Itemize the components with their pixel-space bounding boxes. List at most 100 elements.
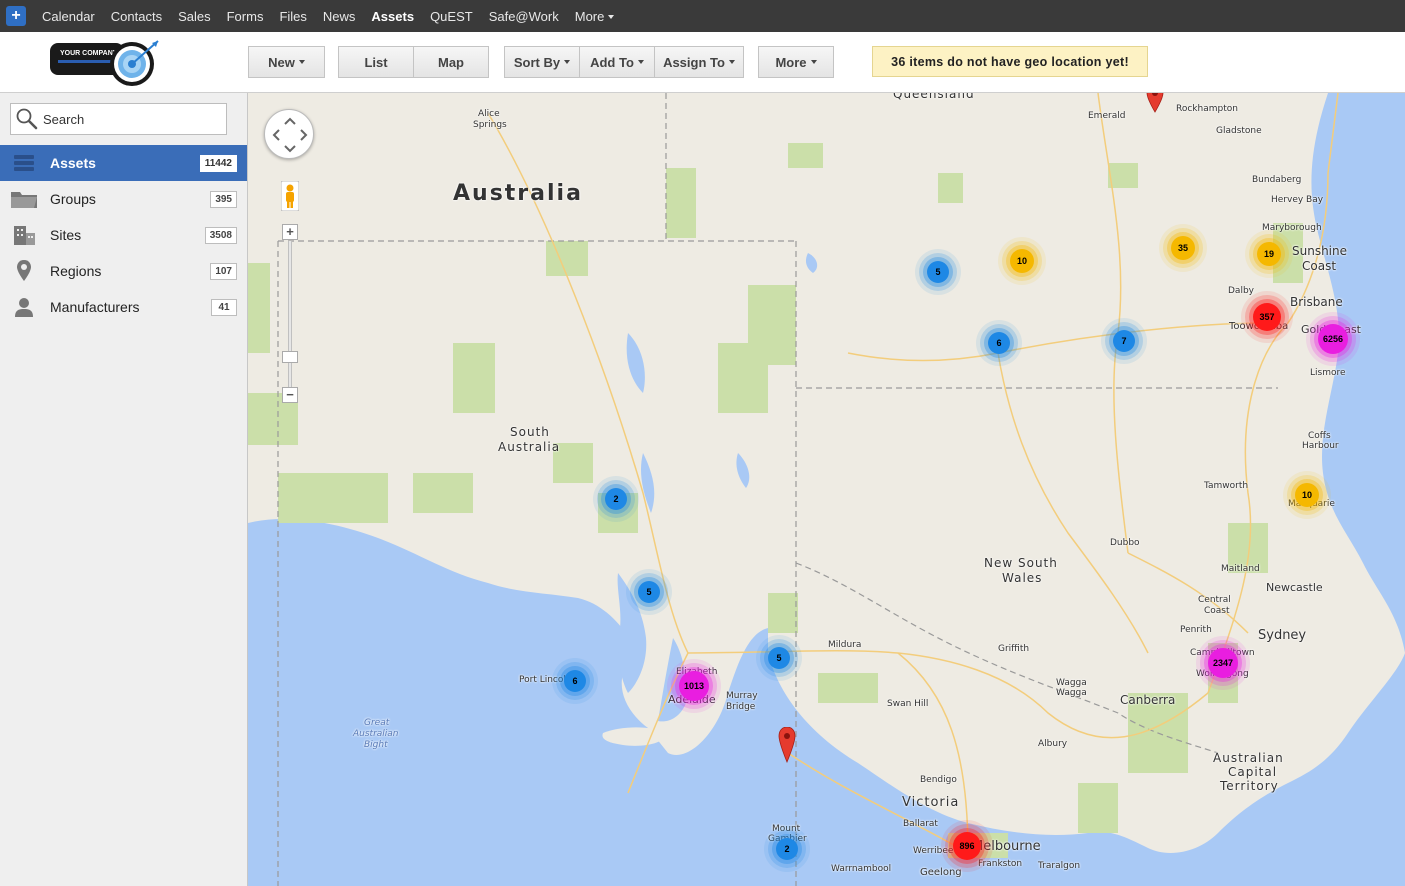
label-brisbane: Brisbane: [1290, 295, 1343, 309]
cluster-marker[interactable]: 7: [1113, 330, 1135, 352]
more-dropdown-button[interactable]: More: [758, 46, 834, 78]
map-view-button[interactable]: Map: [413, 46, 489, 78]
nav-sales[interactable]: Sales: [178, 9, 211, 24]
cluster-marker[interactable]: 6: [988, 332, 1010, 354]
cluster-count: 5: [776, 653, 782, 663]
street-view-pegman-icon[interactable]: [280, 180, 300, 212]
sidebar-item-assets[interactable]: Assets 11442: [0, 145, 247, 181]
label-central-2: Coast: [1204, 606, 1230, 616]
label-emerald: Emerald: [1088, 111, 1126, 121]
new-label: New: [268, 54, 295, 70]
label-werribee: Werribee: [913, 846, 954, 856]
sort-by-label: Sort By: [513, 54, 561, 70]
nav-quest[interactable]: QuEST: [430, 9, 473, 24]
cluster-count: 357: [1259, 312, 1275, 322]
label-griffith: Griffith: [998, 644, 1030, 654]
cluster-marker[interactable]: 5: [927, 261, 949, 283]
list-label: List: [364, 54, 388, 70]
nav-files[interactable]: Files: [279, 9, 306, 24]
list-icon: [10, 151, 38, 175]
nav-news[interactable]: News: [323, 9, 356, 24]
count-badge: 395: [210, 190, 237, 208]
person-icon: [10, 295, 38, 319]
building-icon: [10, 223, 38, 247]
cluster-count: 6: [572, 676, 578, 686]
cluster-count: 1013: [683, 681, 705, 691]
cluster-marker[interactable]: 2: [776, 838, 798, 860]
label-albury: Albury: [1038, 739, 1068, 749]
assign-to-dropdown-button[interactable]: Assign To: [654, 46, 744, 78]
zoom-in-button[interactable]: +: [282, 224, 298, 240]
zoom-slider-track[interactable]: [288, 241, 292, 389]
nav-forms[interactable]: Forms: [227, 9, 264, 24]
cluster-marker[interactable]: 6256: [1318, 324, 1348, 354]
sidebar-item-groups[interactable]: Groups 395: [0, 181, 247, 217]
label-geelong: Geelong: [920, 867, 962, 878]
cluster-count: 6: [996, 338, 1002, 348]
nav-more-label: More: [574, 8, 605, 24]
sidebar-item-label: Groups: [50, 191, 96, 207]
label-nsw-1: New South: [984, 556, 1058, 570]
count-badge: 41: [211, 298, 237, 316]
cluster-marker[interactable]: 5: [768, 647, 790, 669]
label-wagga-1: Wagga: [1056, 678, 1087, 688]
chevron-down-icon: [608, 15, 615, 20]
zoom-slider-handle[interactable]: [282, 351, 298, 363]
label-newcastle: Newcastle: [1266, 581, 1323, 594]
sidebar-item-label: Manufacturers: [50, 299, 140, 315]
more-label: More: [775, 54, 807, 70]
label-gladstone: Gladstone: [1216, 126, 1262, 136]
search-input[interactable]: [43, 111, 223, 127]
map-pin-icon: [10, 259, 38, 283]
cluster-marker[interactable]: 35: [1171, 236, 1195, 260]
nav-safe-at-work[interactable]: Safe@Work: [489, 9, 559, 24]
search-box: [10, 103, 227, 135]
new-dropdown-button[interactable]: New: [248, 46, 325, 78]
add-new-plus-button[interactable]: +: [6, 6, 26, 26]
label-swan-hill: Swan Hill: [887, 699, 929, 709]
company-logo[interactable]: YOUR COMPANY: [48, 39, 160, 87]
label-murray-1: Murray: [726, 691, 758, 701]
chevron-down-icon: [637, 60, 644, 64]
location-pin-icon[interactable]: [778, 727, 796, 763]
label-tamworth: Tamworth: [1204, 481, 1249, 491]
cluster-count: 35: [1177, 243, 1188, 253]
sidebar-item-manufacturers[interactable]: Manufacturers 41: [0, 289, 247, 325]
label-rockhampton: Rockhampton: [1176, 104, 1238, 114]
cluster-marker[interactable]: 357: [1253, 303, 1281, 331]
cluster-marker[interactable]: 2347: [1208, 648, 1238, 678]
location-pin-icon[interactable]: [1146, 93, 1164, 113]
assets-map[interactable]: + − Queensland Australia South Australia…: [248, 93, 1405, 886]
pan-arrows-icon: [272, 117, 308, 153]
label-bight-2: Australian: [353, 729, 399, 739]
sidebar-item-sites[interactable]: Sites 3508: [0, 217, 247, 253]
label-sydney: Sydney: [1258, 628, 1307, 643]
nav-contacts[interactable]: Contacts: [111, 9, 162, 24]
list-view-button[interactable]: List: [338, 46, 414, 78]
cluster-count: 6256: [1322, 334, 1344, 344]
cluster-marker[interactable]: 5: [638, 581, 660, 603]
nav-more-dropdown[interactable]: More: [575, 9, 615, 24]
map-label: Map: [438, 54, 464, 70]
cluster-marker[interactable]: 10: [1295, 483, 1319, 507]
sidebar-item-label: Assets: [50, 155, 96, 171]
label-bight-1: Great: [364, 718, 390, 728]
cluster-marker[interactable]: 6: [564, 670, 586, 692]
cluster-marker[interactable]: 896: [953, 832, 981, 860]
add-to-dropdown-button[interactable]: Add To: [579, 46, 655, 78]
top-navigation-bar: + Calendar Contacts Sales Forms Files Ne…: [0, 0, 1405, 32]
map-pan-control[interactable]: [264, 109, 314, 159]
nav-calendar[interactable]: Calendar: [42, 9, 95, 24]
cluster-marker[interactable]: 19: [1257, 242, 1281, 266]
nav-assets[interactable]: Assets: [371, 9, 414, 24]
search-icon: [16, 108, 38, 130]
cluster-marker[interactable]: 2: [605, 488, 627, 510]
label-dubbo: Dubbo: [1110, 538, 1140, 548]
cluster-marker[interactable]: 10: [1010, 249, 1034, 273]
label-lismore: Lismore: [1310, 368, 1346, 378]
sidebar-item-regions[interactable]: Regions 107: [0, 253, 247, 289]
label-queensland: Queensland: [893, 93, 975, 101]
cluster-marker[interactable]: 1013: [679, 671, 709, 701]
sort-by-dropdown-button[interactable]: Sort By: [504, 46, 580, 78]
zoom-out-button[interactable]: −: [282, 387, 298, 403]
